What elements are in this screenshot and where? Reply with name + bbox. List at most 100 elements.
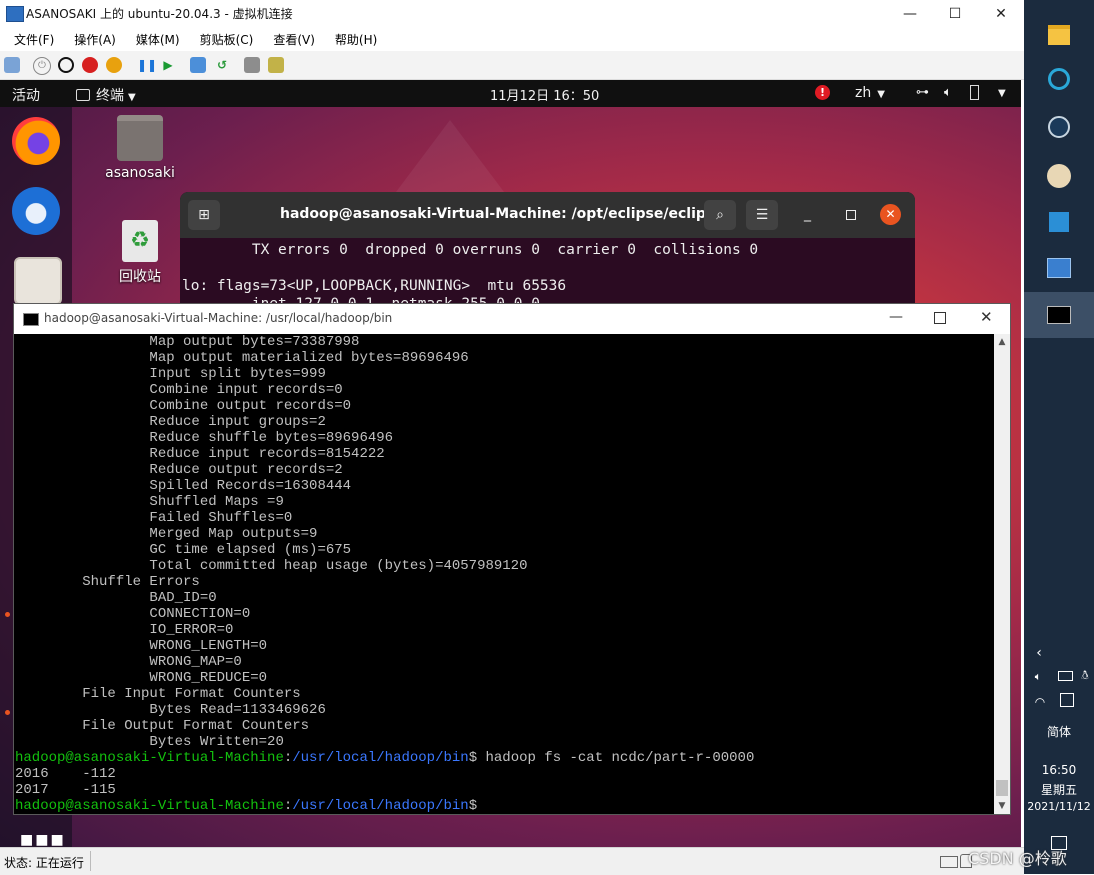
app-menu[interactable]: 终端 ▼ xyxy=(76,85,136,105)
console-taskbar-icon[interactable] xyxy=(1024,306,1094,327)
save-icon[interactable] xyxy=(106,57,122,73)
revert-icon[interactable]: ↺ xyxy=(214,57,230,73)
counter-line: WRONG_REDUCE=0 xyxy=(15,670,268,686)
network-icon[interactable]: ⊶ xyxy=(916,85,929,100)
app-menu-label: 终端 xyxy=(96,88,124,104)
language-indicator[interactable]: 简体 xyxy=(1024,723,1094,740)
counter-line: WRONG_LENGTH=0 xyxy=(15,638,268,654)
app-icon[interactable] xyxy=(1024,68,1094,93)
show-applications-icon[interactable]: ■■■ xyxy=(20,833,64,847)
menu-view[interactable]: 查看(V) xyxy=(273,31,315,48)
menu-media[interactable]: 媒体(M) xyxy=(136,31,180,48)
pause-icon[interactable]: ❚❚ xyxy=(137,57,157,73)
scroll-thumb[interactable] xyxy=(996,780,1008,796)
turn-off-icon[interactable] xyxy=(58,57,74,73)
chevron-down-icon[interactable]: ▼ xyxy=(998,88,1006,99)
minimize-button[interactable]: — xyxy=(887,0,933,27)
counter-line: Reduce shuffle bytes=89696496 xyxy=(15,430,394,446)
gterm-line: TX errors 0 dropped 0 overruns 0 carrier… xyxy=(182,242,759,258)
counter-line: Shuffled Maps =9 xyxy=(15,494,284,510)
command-text: hadoop fs -cat ncdc/part-r-00000 xyxy=(477,750,755,766)
vm-titlebar: ASANOSAKI 上的 ubuntu-20.04.3 - 虚拟机连接 — ☐ … xyxy=(0,0,1024,27)
vm-app-icon xyxy=(6,6,24,22)
desktop-icon-home[interactable]: asanosaki xyxy=(100,115,180,181)
maximize-button[interactable] xyxy=(934,312,946,324)
share-icon[interactable] xyxy=(268,57,284,73)
console-window[interactable]: hadoop@asanosaki-Virtual-Machine: /usr/l… xyxy=(13,303,1011,815)
csdn-watermark: CSDN @柃歌 xyxy=(968,849,1067,868)
checkpoint-icon[interactable] xyxy=(190,57,206,73)
counter-line: Bytes Read=1133469626 xyxy=(15,702,326,718)
search-button[interactable]: ⌕ xyxy=(704,200,736,230)
avatar-app-icon[interactable] xyxy=(1024,164,1094,191)
counter-line: Input split bytes=999 xyxy=(15,366,326,382)
hyper-v-manager-icon[interactable] xyxy=(1024,212,1094,235)
vm-connection-icon[interactable] xyxy=(1024,258,1094,281)
ctrl-alt-del-icon[interactable] xyxy=(4,57,20,73)
taskbar-date[interactable]: 2021/11/12 xyxy=(1024,800,1094,813)
thunderbird-icon[interactable] xyxy=(12,187,60,235)
desktop-icon-trash-label: 回收站 xyxy=(119,269,161,285)
close-button[interactable]: ✕ xyxy=(978,0,1024,27)
console-scrollbar[interactable]: ▲ ▼ xyxy=(994,334,1010,814)
file-explorer-icon[interactable] xyxy=(1024,25,1094,48)
volume-icon[interactable]: 🔈︎ xyxy=(944,85,952,100)
chevron-left-icon[interactable]: ‹ xyxy=(1024,645,1054,661)
battery-icon[interactable] xyxy=(1054,670,1076,684)
chevron-down-icon: ▼ xyxy=(128,92,136,103)
alert-icon[interactable]: ! xyxy=(815,85,830,100)
counter-line: File Output Format Counters xyxy=(15,718,310,734)
scroll-up-arrow[interactable]: ▲ xyxy=(994,334,1010,350)
new-tab-button[interactable]: ⊞ xyxy=(188,200,220,230)
hamburger-menu-button[interactable]: ☰ xyxy=(746,200,778,230)
steam-icon[interactable] xyxy=(1024,116,1094,141)
input-method-label: zh xyxy=(855,85,872,101)
input-method-menu[interactable]: zh ▼ xyxy=(855,85,885,101)
wifi-icon[interactable]: ◠ xyxy=(1027,695,1053,709)
minimize-button[interactable]: — xyxy=(889,309,903,325)
menu-file[interactable]: 文件(F) xyxy=(14,31,54,48)
close-button[interactable]: ✕ xyxy=(880,204,901,225)
console-command-line: hadoop@asanosaki-Virtual-Machine:/usr/lo… xyxy=(15,750,755,766)
trash-icon: ♻ xyxy=(122,220,158,262)
minimize-button[interactable]: _ xyxy=(804,206,811,222)
vm-toolbar: ⏻ ❚❚ ▶ ↺ xyxy=(0,51,1024,80)
close-button[interactable]: ✕ xyxy=(980,308,993,326)
counter-line: Total committed heap usage (bytes)=40579… xyxy=(15,558,528,574)
volume-icon[interactable]: 🔈︎ xyxy=(1027,670,1049,684)
taskbar-time[interactable]: 16:50 xyxy=(1024,763,1094,777)
gterm-line: lo: flags=73<UP,LOOPBACK,RUNNING> mtu 65… xyxy=(182,278,567,294)
counter-line: Bytes Written=20 xyxy=(15,734,284,750)
clock[interactable]: 11月12日 16：50 xyxy=(490,85,599,104)
shutdown-icon[interactable] xyxy=(82,57,98,73)
start-icon[interactable]: ⏻ xyxy=(33,57,51,75)
console-icon xyxy=(23,313,39,326)
maximize-button[interactable]: ☐ xyxy=(932,0,978,27)
counter-line: BAD_ID=0 xyxy=(15,590,217,606)
counter-line: Combine output records=0 xyxy=(15,398,352,414)
scroll-down-arrow[interactable]: ▼ xyxy=(994,798,1010,814)
qq-icon[interactable]: 🐧︎ xyxy=(1076,668,1094,684)
prompt-path: /usr/local/hadoop/bin xyxy=(292,798,469,814)
menu-clipboard[interactable]: 剪贴板(C) xyxy=(200,31,254,48)
enhanced-session-icon[interactable] xyxy=(244,57,260,73)
menu-action[interactable]: 操作(A) xyxy=(74,31,116,48)
battery-icon[interactable] xyxy=(970,85,979,102)
chevron-down-icon: ▼ xyxy=(877,89,885,100)
firefox-icon[interactable] xyxy=(12,117,60,165)
output-line: 2017 -115 xyxy=(15,782,116,798)
vm-window-title: ASANOSAKI 上的 ubuntu-20.04.3 - 虚拟机连接 xyxy=(26,7,293,21)
maximize-button[interactable] xyxy=(846,210,856,220)
desktop-icon-trash[interactable]: ♻ 回收站 xyxy=(100,220,180,286)
counter-line: Combine input records=0 xyxy=(15,382,343,398)
security-icon[interactable] xyxy=(1054,693,1080,710)
files-icon[interactable] xyxy=(14,257,62,305)
vm-status-text: 状态: 正在运行 xyxy=(4,856,84,870)
resume-icon[interactable]: ▶ xyxy=(160,57,176,73)
console-output[interactable]: Map output bytes=73387998 Map output mat… xyxy=(14,334,994,814)
console-counter-lines: Map output bytes=73387998 Map output mat… xyxy=(14,334,994,750)
menu-help[interactable]: 帮助(H) xyxy=(335,31,377,48)
activities-button[interactable]: 活动 xyxy=(12,85,40,105)
counter-line: GC time elapsed (ms)=675 xyxy=(15,542,352,558)
taskbar-weekday[interactable]: 星期五 xyxy=(1024,781,1094,798)
